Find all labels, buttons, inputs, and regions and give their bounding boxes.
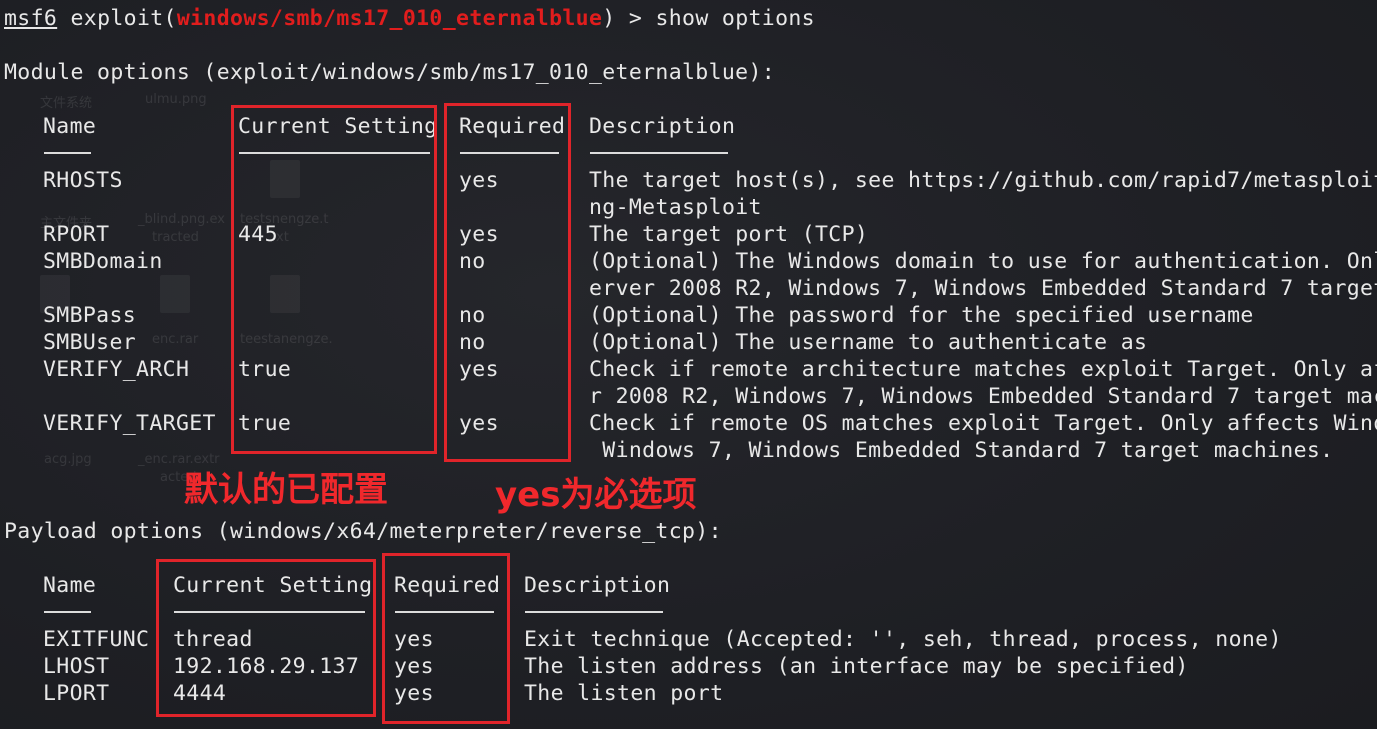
module-options-heading: Module options (exploit/windows/smb/ms17… [4, 60, 776, 85]
payload-header-rule-description [525, 611, 663, 613]
desktop-ghost-label: ulmu.png [145, 92, 207, 107]
module-option-name: VERIFY_ARCH [43, 357, 190, 382]
command-prompt[interactable]: msf6 exploit(windows/smb/ms17_010_eterna… [4, 5, 815, 32]
desktop-ghost-label: _blind.png.ex [138, 212, 225, 227]
payload-option-description: Exit technique (Accepted: '', seh, threa… [524, 627, 1282, 652]
payload-options-heading: Payload options (windows/x64/meterpreter… [4, 519, 722, 544]
module-header-name: Name [43, 114, 97, 139]
module-option-description: The target port (TCP) [589, 222, 869, 247]
module-option-description: Check if remote OS matches exploit Targe… [589, 411, 1377, 436]
module-option-description: (Optional) The password for the specifie… [589, 303, 1254, 328]
prompt-context: msf6 [4, 6, 58, 31]
annotation-box-payload-setting [156, 559, 376, 717]
desktop-ghost-label: acg.jpg [44, 452, 92, 467]
payload-header-description: Description [524, 573, 671, 598]
payload-option-description: The listen port [524, 681, 724, 706]
annotation-yes-required: yes为必选项 [495, 475, 697, 515]
module-option-name: SMBPass [43, 303, 137, 328]
prompt-command-suffix: ) > show options [602, 6, 815, 31]
payload-option-description: The listen address (an interface may be … [524, 654, 1189, 679]
payload-option-name: LHOST [43, 654, 110, 679]
annotation-box-module-required [444, 103, 571, 462]
module-option-description: erver 2008 R2, Windows 7, Windows Embedd… [589, 276, 1377, 301]
desktop-ghost-label: tracted [152, 230, 199, 245]
module-option-description: (Optional) The username to authenticate … [589, 330, 1148, 355]
desktop-ghost-label: enc.rar [152, 332, 199, 347]
desktop-ghost-label: 文件系统 [40, 96, 93, 111]
module-option-name: VERIFY_TARGET [43, 411, 216, 436]
annotation-default-configured: 默认的已配置 [184, 470, 388, 510]
payload-option-name: LPORT [43, 681, 110, 706]
module-header-description: Description [589, 114, 736, 139]
terminal-window[interactable]: 文件系统 ulmu.png 主文件夹 _blind.png.ex tracted… [0, 0, 1377, 729]
module-option-description: r 2008 R2, Windows 7, Windows Embedded S… [589, 384, 1377, 409]
payload-option-name: EXITFUNC [43, 627, 150, 652]
payload-header-rule-name [44, 611, 91, 613]
desktop-ghost-label: _enc.rar.extr [138, 452, 220, 467]
module-header-rule-name [44, 152, 91, 154]
module-option-description: ng-Metasploit [589, 195, 762, 220]
module-header-rule-description [590, 152, 728, 154]
payload-header-name: Name [43, 573, 97, 598]
module-option-name: SMBUser [43, 330, 137, 355]
module-option-name: SMBDomain [43, 249, 163, 274]
module-option-description: Check if remote architecture matches exp… [589, 357, 1377, 382]
prompt-command-prefix: exploit( [70, 6, 177, 31]
desktop-ghost-icon [160, 275, 190, 313]
prompt-module-name: windows/smb/ms17_010_eternalblue [176, 6, 603, 31]
annotation-box-module-setting [231, 105, 437, 454]
module-option-name: RPORT [43, 222, 110, 247]
annotation-box-payload-required [382, 553, 510, 724]
module-option-name: RHOSTS [43, 168, 123, 193]
module-option-description: The target host(s), see https://github.c… [589, 168, 1377, 193]
module-option-description: Windows 7, Windows Embedded Standard 7 t… [589, 438, 1334, 463]
module-option-description: (Optional) The Windows domain to use for… [589, 249, 1377, 274]
